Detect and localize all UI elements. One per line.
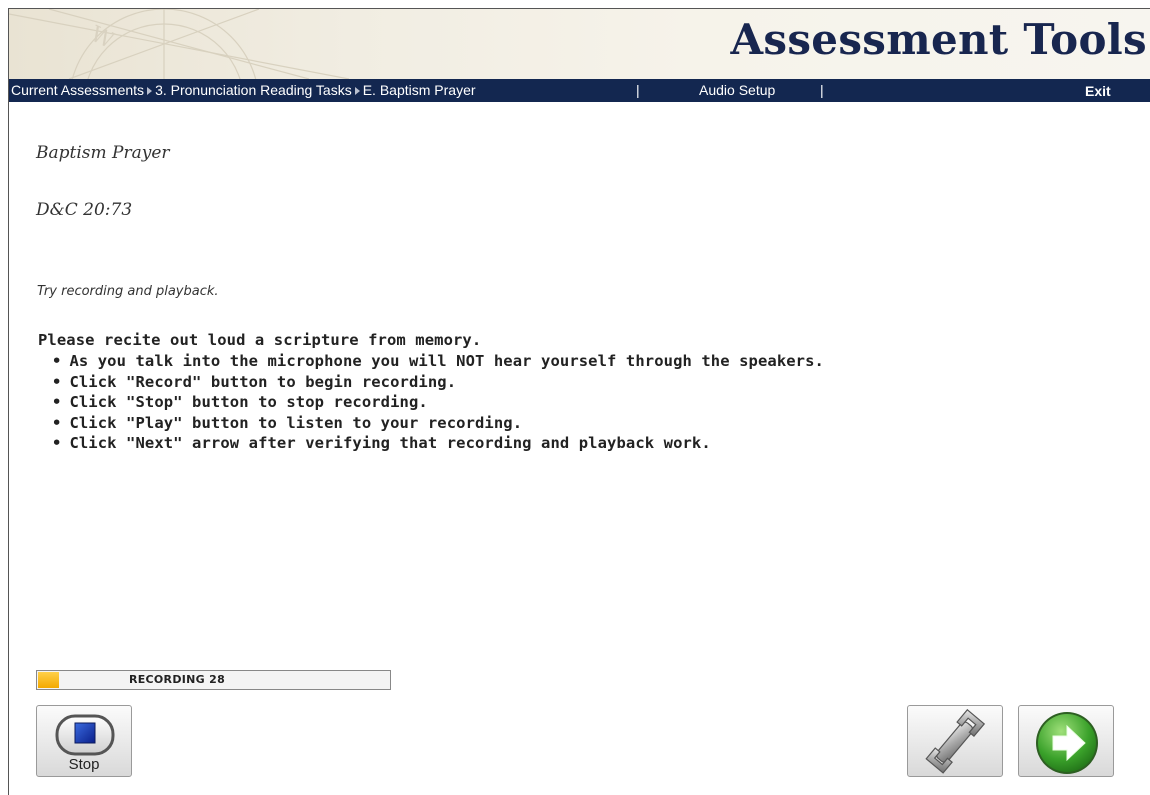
nav-bar: Current Assessments 3. Pronunciation Read… xyxy=(9,79,1150,102)
breadcrumb-arrow-icon xyxy=(147,86,153,95)
instructions-list: As you talk into the microphone you will… xyxy=(38,352,824,455)
instructions-block: Please recite out loud a scripture from … xyxy=(38,331,824,455)
next-arrow-icon xyxy=(1036,712,1098,774)
instruction-hint: Try recording and playback. xyxy=(37,284,219,299)
recording-progress-bar: RECORDING 28 xyxy=(36,670,391,690)
nav-separator: | xyxy=(636,82,640,98)
list-item: Click "Stop" button to stop recording. xyxy=(52,393,824,414)
app-window: W Assessment Tools Current Assessments 3.… xyxy=(8,8,1150,795)
stop-button-label: Stop xyxy=(68,756,100,773)
header-banner: W Assessment Tools xyxy=(9,9,1150,79)
breadcrumb-pronunciation-reading-tasks[interactable]: 3. Pronunciation Reading Tasks xyxy=(155,82,352,98)
stop-button[interactable]: Stop xyxy=(36,705,132,777)
breadcrumb-baptism-prayer[interactable]: E. Baptism Prayer xyxy=(363,82,476,98)
instructions-lead: Please recite out loud a scripture from … xyxy=(38,331,482,349)
wrench-icon xyxy=(925,708,986,774)
list-item: Click "Next" arrow after verifying that … xyxy=(52,434,824,455)
recording-status-label: RECORDING 28 xyxy=(128,673,226,686)
app-title: Assessment Tools xyxy=(730,15,1147,64)
breadcrumb-arrow-icon xyxy=(354,86,360,95)
stop-square-icon xyxy=(55,714,115,760)
audio-setup-link[interactable]: Audio Setup xyxy=(699,82,775,98)
next-button[interactable] xyxy=(1018,705,1114,777)
breadcrumb-current-assessments[interactable]: Current Assessments xyxy=(11,82,144,98)
compass-decoration-icon: W xyxy=(9,9,350,79)
list-item: Click "Record" button to begin recording… xyxy=(52,373,824,394)
nav-separator: | xyxy=(820,82,824,98)
page-title: Baptism Prayer xyxy=(36,143,170,163)
breadcrumb: Current Assessments 3. Pronunciation Read… xyxy=(11,82,476,98)
exit-link[interactable]: Exit xyxy=(1085,83,1111,99)
list-item: Click "Play" button to listen to your re… xyxy=(52,414,824,435)
audio-setup-button[interactable] xyxy=(907,705,1003,777)
scripture-reference: D&C 20:73 xyxy=(36,200,133,220)
list-item: As you talk into the microphone you will… xyxy=(52,352,824,373)
